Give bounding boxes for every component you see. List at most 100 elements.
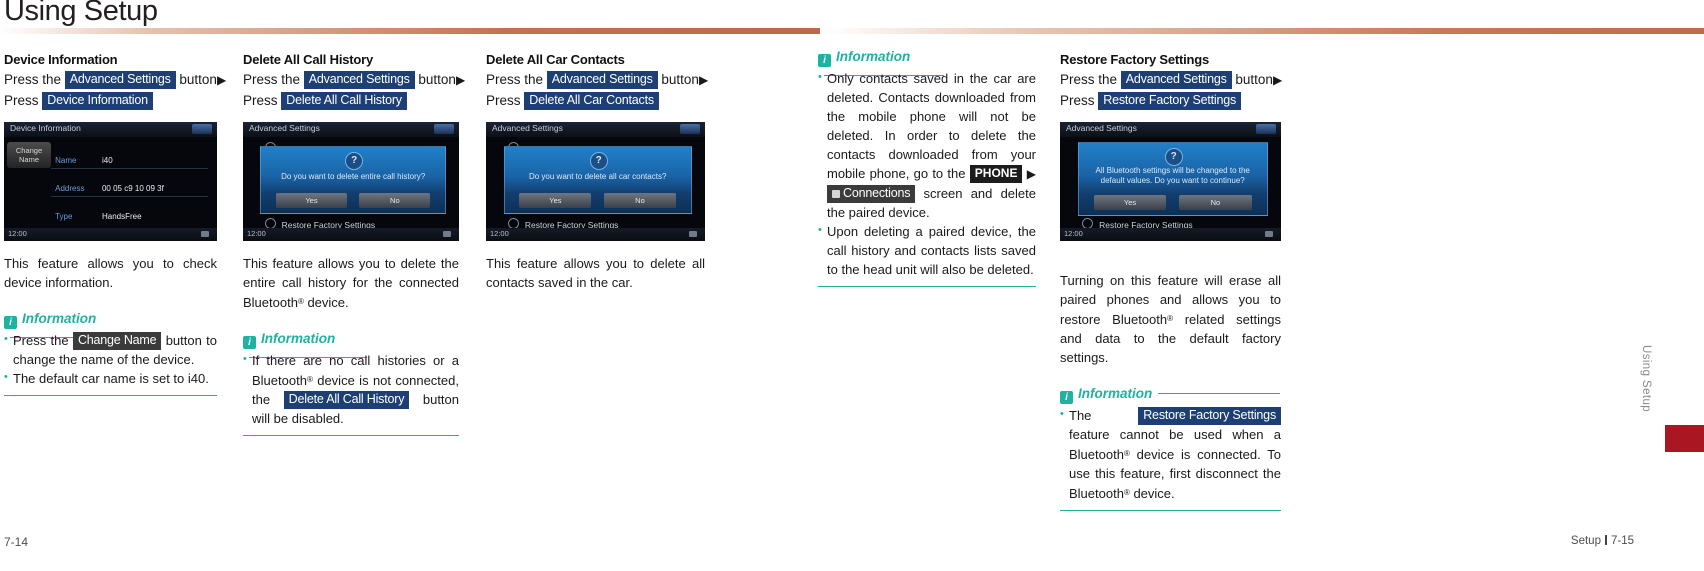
information-list: Only contacts saved in the car are delet… xyxy=(818,68,1036,279)
screenshot-change-name-button: Change Name xyxy=(7,142,51,168)
registered-mark: ® xyxy=(1123,488,1130,497)
screenshot-row-value: 00 05 c9 10 09 3f xyxy=(101,184,164,193)
chip-advanced-settings[interactable]: Advanced Settings xyxy=(64,71,176,89)
arrow-icon: ▶ xyxy=(1272,73,1283,87)
header-rule-right xyxy=(824,28,1704,34)
chip-phone[interactable]: PHONE xyxy=(969,165,1023,183)
information-list: Press the Change Name button to change t… xyxy=(4,330,217,388)
section-body: This feature allows you to check device … xyxy=(4,256,217,290)
information-list: The Restore Factory Settings feature can… xyxy=(1060,405,1281,503)
section-heading: Delete All Call History xyxy=(243,52,374,67)
chip-delete-all-call-history[interactable]: Delete All Call History xyxy=(283,391,410,409)
list-item: Only contacts saved in the car are delet… xyxy=(818,68,1036,222)
chip-change-name[interactable]: Change Name xyxy=(72,332,162,350)
press-the-label: Press the xyxy=(486,72,544,87)
step-line-1: Press the Advanced Settings button▶ xyxy=(486,70,709,90)
screenshot-back-button xyxy=(1256,124,1276,134)
screenshot-statusbar: 12:00 xyxy=(486,228,705,241)
dialog-message: All Bluetooth settings will be changed t… xyxy=(1095,166,1250,185)
item-text-pre: Press the xyxy=(13,333,69,348)
information-footer-rule xyxy=(243,435,459,436)
screenshot-title: Advanced Settings xyxy=(492,123,563,133)
registered-mark: ® xyxy=(1167,314,1174,323)
dialog-message: Do you want to delete entire call histor… xyxy=(281,172,426,181)
chip-connections[interactable]: Connections xyxy=(827,185,916,203)
screenshot-device-information: Device Information Change Name Name i40 … xyxy=(4,122,217,241)
chip-restore-factory-settings[interactable]: Restore Factory Settings xyxy=(1098,92,1242,110)
information-block-contacts: i Information Only contacts saved in the … xyxy=(818,48,1036,287)
button-word: button xyxy=(418,72,456,87)
edge-color-tab xyxy=(1665,425,1704,452)
screenshot-clock: 12:00 xyxy=(490,229,509,238)
step-line-2: Press Device Information xyxy=(4,91,217,110)
step-line-1: Press the Advanced Settings button▶ xyxy=(1060,70,1283,90)
information-rule xyxy=(1158,393,1281,394)
press-label: Press xyxy=(486,93,521,108)
list-item: The default car name is set to i40. xyxy=(4,368,217,388)
dialog-buttons: Yes No xyxy=(275,193,431,208)
screenshot-divider xyxy=(50,168,209,169)
question-mark-icon: ? xyxy=(1164,148,1183,166)
section-restore-factory-settings: Restore Factory Settings Press the Advan… xyxy=(1060,52,1283,511)
screenshot-statusbar: 12:00 xyxy=(4,228,217,241)
chip-device-information[interactable]: Device Information xyxy=(42,92,153,110)
chip-advanced-settings[interactable]: Advanced Settings xyxy=(303,71,415,89)
step-line-2: Press Restore Factory Settings xyxy=(1060,91,1281,110)
screenshot-statusbar: 12:00 xyxy=(1060,228,1281,241)
information-block-call-history: i Information If there are no call histor… xyxy=(243,330,459,436)
information-title: Information xyxy=(261,331,336,346)
section-delete-all-car-contacts: Delete All Car Contacts Press the Advanc… xyxy=(486,52,709,292)
screenshot-row-label: Type xyxy=(55,212,73,221)
registered-mark: ® xyxy=(306,375,313,384)
screenshot-row-value: HandsFree xyxy=(101,212,142,221)
information-list: If there are no call histories or a Blue… xyxy=(243,350,459,428)
section-device-information: Device Information Press the Advanced Se… xyxy=(4,52,226,396)
press-label: Press xyxy=(4,93,39,108)
section-delete-all-call-history: Delete All Call History Press the Advanc… xyxy=(243,52,465,436)
screenshot-title: Advanced Settings xyxy=(249,123,320,133)
press-label: Press xyxy=(243,93,278,108)
info-icon: i xyxy=(4,316,17,329)
step-line-1: Press the Advanced Settings button▶ xyxy=(243,70,465,90)
question-mark-icon: ? xyxy=(589,152,608,170)
screenshot-restore-factory-settings: Advanced Settings Restore Factory Settin… xyxy=(1060,122,1281,241)
screenshot-row-label: Name xyxy=(55,156,77,165)
edge-section-label: Using Setup xyxy=(1640,345,1652,413)
screenshot-back-button xyxy=(434,124,454,134)
chip-delete-all-call-history[interactable]: Delete All Call History xyxy=(281,92,407,110)
info-icon: i xyxy=(818,54,831,67)
dialog-yes-button: Yes xyxy=(519,193,592,208)
information-footer-rule xyxy=(818,286,1036,287)
list-item: The Restore Factory Settings feature can… xyxy=(1060,405,1281,503)
chip-advanced-settings[interactable]: Advanced Settings xyxy=(546,71,658,89)
screenshot-titlebar: Advanced Settings xyxy=(1060,122,1281,137)
step-line-2: Press Delete All Call History xyxy=(243,91,459,110)
footer-separator xyxy=(1604,535,1607,545)
arrow-icon: ▶ xyxy=(698,73,709,87)
information-header: i Information xyxy=(818,48,1036,76)
chip-delete-all-car-contacts[interactable]: Delete All Car Contacts xyxy=(524,92,659,110)
screenshot-clock: 12:00 xyxy=(8,229,27,238)
screenshot-titlebar: Advanced Settings xyxy=(486,122,705,137)
registered-mark: ® xyxy=(297,297,304,306)
arrow-icon: ▶ xyxy=(455,73,466,87)
item-text-pre: The default car name is set to i40. xyxy=(13,371,209,386)
section-contacts-information: i Information Only contacts saved in the … xyxy=(818,48,1036,287)
button-word: button xyxy=(1235,72,1273,87)
information-block-restore: i Information The Restore Factory Setting… xyxy=(1060,385,1281,511)
registered-mark: ® xyxy=(1123,449,1130,458)
chip-advanced-settings[interactable]: Advanced Settings xyxy=(1120,71,1232,89)
screenshot-statusbar: 12:00 xyxy=(243,228,459,241)
screenshot-titlebar: Advanced Settings xyxy=(243,122,459,137)
status-icon xyxy=(201,231,209,237)
information-header: i Information xyxy=(243,330,459,358)
info-icon: i xyxy=(1060,391,1073,404)
chip-restore-factory-settings[interactable]: Restore Factory Settings xyxy=(1138,407,1281,425)
page-number-left: 7-14 xyxy=(4,535,29,549)
step-line-2: Press Delete All Car Contacts xyxy=(486,91,705,110)
button-word: button xyxy=(661,72,699,87)
status-icon xyxy=(443,231,451,237)
information-header: i Information xyxy=(1060,385,1281,404)
screenshot-dialog: ? All Bluetooth settings will be changed… xyxy=(1077,142,1268,216)
press-the-label: Press the xyxy=(4,72,62,87)
